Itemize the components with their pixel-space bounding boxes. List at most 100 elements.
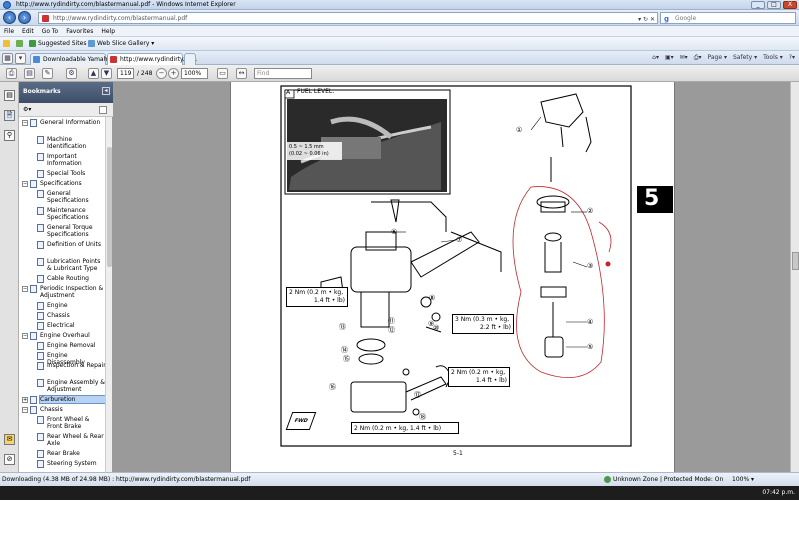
tab-rydindirty-pdf[interactable]: http://www.rydindirty.co... [107, 53, 197, 65]
menu-goto[interactable]: Go To [42, 26, 59, 36]
bookmark-item[interactable]: Chassis [19, 312, 106, 322]
menu-edit[interactable]: Edit [22, 26, 34, 36]
menu-help[interactable]: Help [101, 26, 115, 36]
maximize-button[interactable]: □ [767, 1, 781, 9]
menu-favorites[interactable]: Favorites [66, 26, 93, 36]
bookmarks-scrollbar[interactable] [105, 117, 112, 472]
bookmark-item[interactable]: Maintenance Specifications [19, 207, 106, 224]
bookmark-item[interactable]: − Chassis [19, 406, 106, 416]
callout-6: ⑥ [391, 228, 398, 236]
bookmarks-pane: Bookmarks ◂ ⚙▾ − General Information Machi… [19, 82, 113, 472]
bookmark-item[interactable]: General Specifications [19, 190, 106, 207]
tools-menu[interactable]: Tools ▾ [763, 54, 783, 62]
attach-icon[interactable]: ✎ [42, 68, 53, 79]
home-icon[interactable]: ⌂▾ [652, 54, 659, 62]
save-pdf-icon[interactable]: ▤ [24, 68, 35, 79]
bookmark-item[interactable]: Important Information [19, 153, 106, 170]
bookmark-item[interactable]: Steering System [19, 460, 106, 470]
bookmark-page-icon [30, 285, 37, 293]
fit-page-icon[interactable]: ▭ [217, 68, 228, 79]
bookmark-toggle-icon[interactable]: − [22, 120, 28, 126]
bookmark-item[interactable]: Rear Wheel & Rear Axle [19, 433, 106, 450]
print-icon[interactable]: ⎙▾ [694, 54, 702, 62]
close-button[interactable]: X [783, 1, 797, 9]
refresh-stop-icons[interactable]: ▾ ↻ ✕ [638, 14, 655, 25]
bookmark-item[interactable]: Engine [19, 302, 106, 312]
back-button[interactable]: ‹ [3, 11, 16, 24]
bookmark-item[interactable]: Special Tools [19, 170, 106, 180]
help-icon[interactable]: ?▾ [789, 54, 795, 62]
bookmark-item[interactable]: General Torque Specifications [19, 224, 106, 241]
bookmark-item[interactable]: + Carburetion [19, 395, 106, 406]
bookmark-item[interactable]: Lubrication Points & Lubricant Type [19, 258, 106, 275]
bookmark-label: Definition of Units [47, 241, 101, 248]
bookmark-item[interactable]: Front Wheel & Front Brake [19, 416, 106, 433]
bookmark-item[interactable]: Engine Assembly & Adjustment [19, 379, 106, 396]
web-slice-gallery-link[interactable]: Web Slice Gallery ▾ [88, 37, 154, 51]
favorites-star-icon[interactable] [3, 37, 12, 51]
options-menu-icon[interactable]: ⚙▾ [23, 106, 31, 113]
bookmark-item[interactable]: Engine Removal [19, 342, 106, 352]
bookmark-item[interactable]: Rear Brake [19, 450, 106, 460]
feeds-icon[interactable]: ▣▾ [665, 54, 674, 62]
address-bar-row: ‹ › http://www.rydindirty.com/blasterman… [0, 10, 799, 26]
bookmark-item[interactable]: Electrical [19, 322, 106, 332]
bookmark-item[interactable]: Inspection & Repair [19, 362, 106, 379]
bookmarks-toolbar: ⚙▾ [19, 103, 113, 117]
mail-icon[interactable]: ✉▾ [680, 54, 688, 62]
bookmark-item[interactable]: Machine Identification [19, 136, 106, 153]
settings-icon[interactable]: ⚙ [66, 68, 77, 79]
next-page-button[interactable]: ▼ [101, 68, 112, 79]
attachment-clip-icon[interactable]: ⊘ [4, 454, 15, 465]
find-input[interactable]: Find [254, 68, 312, 79]
forward-button[interactable]: › [18, 11, 31, 24]
bookmarks-header: Bookmarks ◂ [19, 82, 113, 103]
bookmark-item[interactable]: − Engine Overhaul [19, 332, 106, 342]
bookmark-toggle-icon[interactable]: − [22, 181, 28, 187]
bookmark-page-icon [37, 433, 44, 441]
attachments-panel-icon[interactable]: ⚲ [4, 130, 15, 141]
previous-page-button[interactable]: ▲ [88, 68, 99, 79]
new-tab-button[interactable] [184, 53, 196, 65]
suggested-sites-link[interactable]: Suggested Sites ▾ [29, 37, 91, 51]
add-favorite-icon[interactable] [16, 37, 25, 51]
pages-panel-icon[interactable]: ▤ [4, 90, 15, 101]
close-panel-icon[interactable]: ◂ [102, 87, 110, 95]
bookmark-toggle-icon[interactable]: − [22, 286, 28, 292]
callout-16: ⑯ [329, 383, 336, 391]
minimize-button[interactable]: _ [751, 1, 765, 9]
bookmarks-panel-icon[interactable]: 🗎 [4, 110, 15, 121]
menu-file[interactable]: File [4, 26, 14, 36]
bookmark-page-icon [37, 153, 44, 161]
page-menu[interactable]: Page ▾ [708, 54, 727, 62]
bookmark-item[interactable]: − Specifications [19, 180, 106, 190]
bookmark-toggle-icon[interactable]: − [22, 407, 28, 413]
bookmark-item[interactable]: Cable Routing [19, 275, 106, 285]
bookmark-item[interactable]: Engine Disassembly [19, 352, 106, 366]
search-input[interactable]: g Google [660, 12, 796, 24]
zoom-level[interactable]: 100% ▾ [732, 473, 754, 486]
zoom-select[interactable]: 100% [181, 68, 208, 79]
print-pdf-icon[interactable]: ⎙ [6, 68, 17, 79]
bookmark-toggle-icon[interactable]: − [22, 333, 28, 339]
tab-yamaha-blaster[interactable]: Downloadable Yamaha Bla... [30, 53, 128, 65]
address-input[interactable]: http://www.rydindirty.com/blastermanual.… [38, 12, 658, 24]
tab-list-icon[interactable]: ▾ [15, 53, 26, 64]
zoom-out-button[interactable]: − [156, 68, 167, 79]
security-zone[interactable]: Unknown Zone | Protected Mode: On [604, 473, 723, 486]
fit-width-icon[interactable]: ↔ [236, 68, 247, 79]
document-scrollbar[interactable] [790, 82, 799, 472]
comments-panel-icon[interactable]: ✉ [4, 434, 15, 445]
quick-tabs-icon[interactable]: ▦ [2, 53, 13, 64]
page-number-input[interactable]: 119 [117, 68, 134, 79]
inset-measure-inches: (0.02 ~ 0.06 in) [289, 151, 329, 157]
safety-menu[interactable]: Safety ▾ [733, 54, 757, 62]
zoom-in-button[interactable]: + [168, 68, 179, 79]
bookmark-item[interactable]: Definition of Units [19, 241, 106, 258]
bookmark-page-icon [37, 207, 44, 215]
bookmark-toggle-icon[interactable]: + [22, 397, 28, 403]
bookmark-item[interactable]: − General Information [19, 119, 106, 136]
bookmark-item[interactable]: − Periodic Inspection & Adjustment [19, 285, 106, 302]
expand-bookmark-icon[interactable] [99, 106, 107, 114]
bookmark-label: Inspection & Repair [47, 362, 106, 369]
